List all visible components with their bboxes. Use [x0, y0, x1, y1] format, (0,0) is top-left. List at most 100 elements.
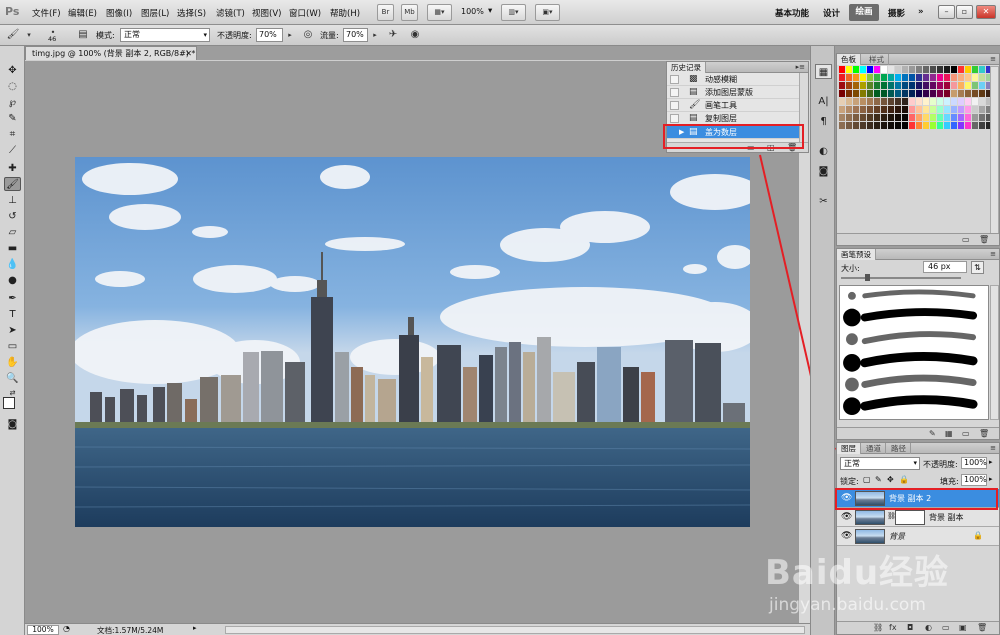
color-swatch[interactable] — [930, 114, 936, 121]
color-swatch[interactable] — [888, 74, 894, 81]
color-swatch[interactable] — [881, 98, 887, 105]
color-swatch[interactable] — [930, 122, 936, 129]
color-swatch[interactable] — [972, 114, 978, 121]
layer-opacity-input[interactable]: 100% — [961, 457, 987, 469]
brush-panel-toggle-icon[interactable]: ▤ — [76, 28, 90, 42]
color-swatch[interactable] — [930, 66, 936, 73]
color-swatch[interactable] — [881, 90, 887, 97]
color-swatch[interactable] — [944, 66, 950, 73]
color-swatch[interactable] — [958, 82, 964, 89]
color-swatch[interactable] — [958, 114, 964, 121]
brush-size-slider[interactable] — [841, 277, 961, 279]
color-swatch[interactable] — [874, 106, 880, 113]
lasso-tool-icon[interactable]: ℘ — [4, 96, 21, 110]
quick-mask-icon[interactable]: ◙ — [4, 418, 21, 432]
color-swatch[interactable] — [860, 82, 866, 89]
color-swatch[interactable] — [846, 114, 852, 121]
status-zoom-input[interactable]: 100% — [27, 625, 59, 635]
color-swatch[interactable] — [846, 82, 852, 89]
menu-filter[interactable]: 滤镜(T) — [216, 7, 245, 19]
color-swatch[interactable] — [916, 82, 922, 89]
eye-icon[interactable]: 👁 — [841, 512, 852, 522]
type-tool-icon[interactable]: T — [4, 308, 21, 322]
color-swatch[interactable] — [958, 66, 964, 73]
color-swatch[interactable] — [881, 122, 887, 129]
color-swatch[interactable] — [853, 82, 859, 89]
brush-tool-icon[interactable]: 🖌 — [4, 177, 21, 191]
color-swatch[interactable] — [860, 66, 866, 73]
color-swatch[interactable] — [944, 106, 950, 113]
color-swatch[interactable] — [846, 90, 852, 97]
color-swatch[interactable] — [944, 74, 950, 81]
workspace-more[interactable]: » — [918, 7, 924, 17]
color-swatch[interactable] — [951, 82, 957, 89]
color-swatch[interactable] — [902, 98, 908, 105]
status-menu-icon[interactable]: ◔ — [63, 624, 70, 633]
color-swatch[interactable] — [916, 122, 922, 129]
healing-brush-tool-icon[interactable]: ✚ — [4, 162, 21, 176]
color-swatch[interactable] — [923, 82, 929, 89]
color-swatch[interactable] — [888, 122, 894, 129]
trash-icon[interactable]: 🗑 — [979, 235, 989, 244]
color-swatch[interactable] — [958, 122, 964, 129]
color-swatch[interactable] — [902, 74, 908, 81]
color-swatch[interactable] — [881, 66, 887, 73]
color-swatch[interactable] — [888, 114, 894, 121]
color-swatch[interactable] — [874, 98, 880, 105]
color-swatch[interactable] — [937, 106, 943, 113]
color-swatch[interactable] — [853, 106, 859, 113]
layer-name[interactable]: 背景 副本 — [929, 512, 964, 523]
tab-layers[interactable]: 图层 — [837, 443, 861, 454]
color-swatch[interactable] — [902, 90, 908, 97]
eyedropper-tool-icon[interactable]: ⟋ — [4, 144, 21, 158]
swatch-grid[interactable] — [839, 66, 992, 178]
color-swatch[interactable] — [881, 114, 887, 121]
workspace-photography[interactable]: 摄影 — [888, 7, 905, 19]
color-swatch[interactable] — [965, 114, 971, 121]
color-swatch[interactable] — [909, 98, 915, 105]
new-brush-icon[interactable]: ▭ — [962, 429, 970, 438]
color-swatch[interactable] — [888, 82, 894, 89]
color-swatch[interactable] — [867, 114, 873, 121]
lock-pixels-icon[interactable]: ✎ — [875, 475, 882, 484]
eye-icon[interactable]: 👁 — [841, 531, 852, 541]
color-swatch[interactable] — [909, 122, 915, 129]
arrange-documents-icon[interactable]: ▥▾ — [501, 4, 526, 21]
color-swatch[interactable] — [951, 90, 957, 97]
trash-icon[interactable]: 🗑 — [979, 429, 989, 438]
blur-tool-icon[interactable]: 💧 — [4, 258, 21, 272]
quick-selection-tool-icon[interactable]: ✎ — [4, 112, 21, 126]
color-swatch[interactable] — [867, 122, 873, 129]
color-swatch[interactable] — [846, 106, 852, 113]
color-swatch[interactable] — [916, 74, 922, 81]
color-swatch[interactable] — [937, 74, 943, 81]
workspace-design[interactable]: 设计 — [823, 7, 840, 19]
layer-mask-thumbnail[interactable] — [895, 510, 925, 525]
color-swatch[interactable] — [867, 106, 873, 113]
status-arrow-icon[interactable]: ▸ — [193, 624, 197, 632]
color-swatch[interactable] — [874, 90, 880, 97]
color-swatch[interactable] — [951, 98, 957, 105]
color-swatch[interactable] — [888, 106, 894, 113]
color-swatch[interactable] — [965, 98, 971, 105]
color-swatch[interactable] — [853, 66, 859, 73]
menu-help[interactable]: 帮助(H) — [330, 7, 360, 19]
color-swatch[interactable] — [937, 122, 943, 129]
color-swatch[interactable] — [860, 106, 866, 113]
color-swatch[interactable] — [881, 106, 887, 113]
color-swatch[interactable] — [979, 98, 985, 105]
color-swatch[interactable] — [874, 122, 880, 129]
mode-select[interactable]: 正常 ▾ — [120, 28, 210, 42]
color-swatch[interactable] — [930, 106, 936, 113]
menu-file[interactable]: 文件(F) — [32, 7, 61, 19]
history-item[interactable]: ▩ 动感模糊 — [667, 73, 800, 86]
restore-icon[interactable]: ▫ — [956, 5, 973, 19]
color-swatch[interactable] — [895, 66, 901, 73]
color-swatch[interactable] — [972, 82, 978, 89]
color-swatch[interactable] — [895, 74, 901, 81]
chevron-down-icon[interactable]: ▾ — [22, 28, 36, 42]
dodge-tool-icon[interactable]: ● — [4, 274, 21, 288]
fill-input[interactable]: 100% — [961, 474, 987, 486]
color-swatch[interactable] — [951, 106, 957, 113]
bridge-button[interactable]: Br — [377, 4, 394, 21]
